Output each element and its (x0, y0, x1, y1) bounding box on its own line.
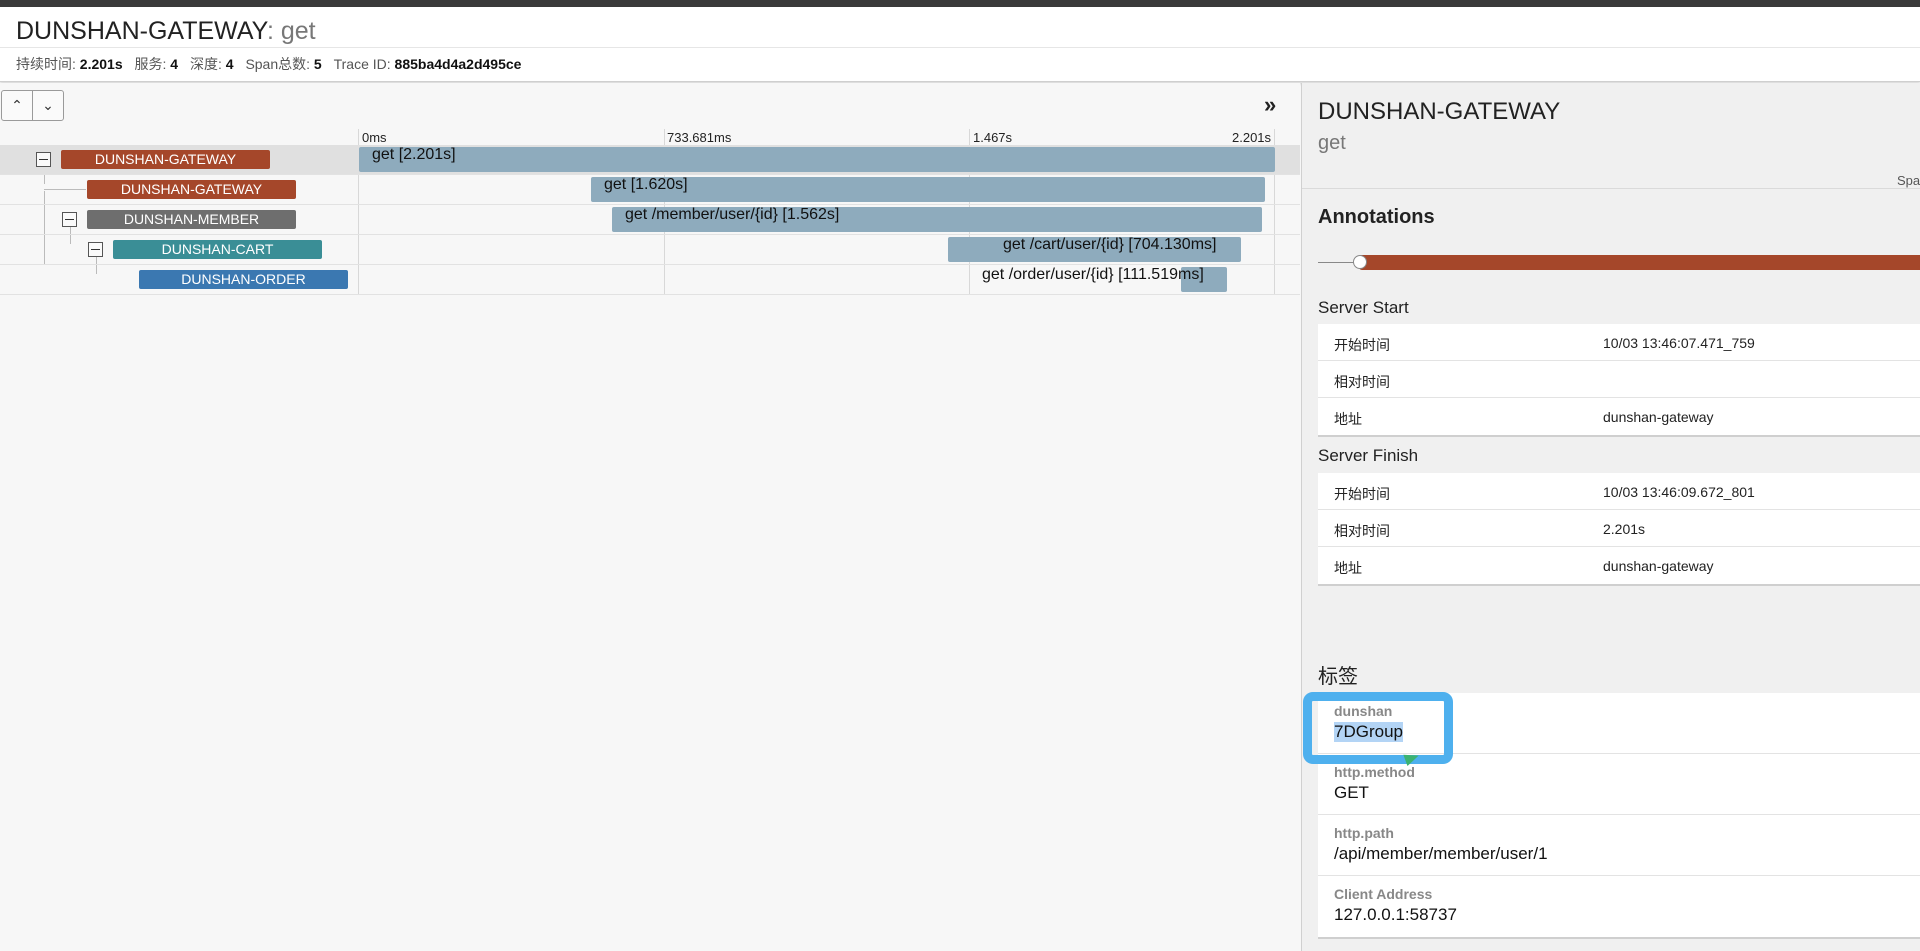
span-row[interactable]: DUNSHAN-GATEWAY get [2.201s] (0, 145, 1300, 175)
span-row[interactable]: DUNSHAN-MEMBER get /member/user/{id} [1.… (0, 205, 1300, 235)
span-bar-label: get /cart/user/{id} [704.130ms] (1003, 236, 1217, 253)
annotation-key: 开始时间 (1334, 486, 1390, 502)
duration-value: 2.201s (79, 56, 123, 72)
annotation-value: 10/03 13:46:09.672_801 (1603, 484, 1755, 500)
chevron-up-icon: ⌃ (11, 97, 23, 113)
services-value: 4 (170, 56, 179, 72)
annotation-value: 10/03 13:46:07.471_759 (1603, 335, 1755, 351)
collapse-toggle-icon[interactable] (88, 242, 103, 257)
collapse-toggle-icon[interactable] (36, 152, 51, 167)
span-service-label: DUNSHAN-GATEWAY (87, 180, 296, 199)
expand-details-button[interactable]: » (1264, 92, 1276, 118)
span-service-label: DUNSHAN-CART (113, 240, 322, 259)
trace-timeline-panel: ⌃ ⌄ » 0ms 733.681ms 1.467s 2.201s DUNSHA… (0, 83, 1300, 951)
detail-service-title: DUNSHAN-GATEWAY (1318, 98, 1561, 125)
depth-value: 4 (225, 56, 234, 72)
span-service-label: DUNSHAN-MEMBER (87, 210, 296, 229)
double-chevron-right-icon: » (1264, 92, 1277, 117)
annotation-key: 相对时间 (1334, 523, 1390, 539)
tags-heading: 标签 (1318, 666, 1358, 688)
spans-value: 5 (313, 56, 322, 72)
window-top-strip (0, 0, 1920, 7)
next-span-button[interactable]: ⌄ (32, 90, 64, 121)
annotation-value: dunshan-gateway (1603, 409, 1714, 425)
span-service-label: DUNSHAN-ORDER (139, 270, 348, 289)
traceid-value: 885ba4d4a2d495ce (394, 56, 522, 72)
annotations-heading: Annotations (1318, 206, 1435, 228)
timeline-tick-label: 733.681ms (667, 130, 732, 145)
tag-row: Client Address 127.0.0.1:58737 (1318, 876, 1920, 937)
annotation-key: 开始时间 (1334, 337, 1390, 353)
annotation-key: 相对时间 (1334, 374, 1390, 390)
annotation-row: 地址 dunshan-gateway (1318, 547, 1920, 584)
annotation-row: 相对时间 2.201s (1318, 510, 1920, 547)
server-finish-table: 开始时间 10/03 13:46:09.672_801 相对时间 2.201s 地址… (1318, 473, 1920, 586)
annotation-row: 地址 dunshan-gateway (1318, 398, 1920, 435)
trace-operation: : get (266, 17, 316, 45)
services-label: 服务: (134, 56, 167, 72)
tag-key: http.method (1334, 764, 1415, 780)
previous-span-button[interactable]: ⌃ (1, 90, 33, 121)
tag-value[interactable]: /api/member/member/user/1 (1334, 844, 1548, 864)
collapse-toggle-icon[interactable] (62, 212, 77, 227)
span-row[interactable]: DUNSHAN-ORDER get /order/user/{id} [111.… (0, 265, 1300, 295)
tag-key: http.path (1334, 825, 1394, 841)
trace-stats: 持续时间: 2.201s 服务: 4 深度: 4 Span总数: 5 Trace… (16, 54, 529, 74)
trace-service: DUNSHAN-GATEWAY (16, 17, 267, 45)
traceid-label: Trace ID: (333, 56, 391, 72)
server-finish-title: Server Finish (1318, 446, 1419, 465)
annotation-value: 2.201s (1603, 521, 1646, 537)
tag-key: Client Address (1334, 886, 1433, 902)
annotation-key: 地址 (1334, 560, 1362, 576)
duration-label: 持续时间: (16, 56, 76, 72)
span-bar[interactable] (591, 177, 1265, 202)
span-bar-label: get [1.620s] (604, 176, 688, 193)
trace-header: DUNSHAN-GATEWAY: get 持续时间: 2.201s 服务: 4 … (0, 7, 1920, 82)
annotation-row: 开始时间 10/03 13:46:07.471_759 (1318, 324, 1920, 361)
span-row[interactable]: DUNSHAN-CART get /cart/user/{id} [704.13… (0, 235, 1300, 265)
annotation-row: 相对时间 (1318, 361, 1920, 398)
span-row[interactable]: DUNSHAN-GATEWAY get [1.620s] (0, 175, 1300, 205)
page-title: DUNSHAN-GATEWAY: get (16, 17, 316, 46)
tag-value[interactable]: GET (1334, 783, 1369, 803)
tag-row: http.path/api/member/member/user/1 (1318, 815, 1920, 876)
depth-label: 深度: (189, 56, 222, 72)
timeline-tick-label: 0ms (362, 130, 387, 145)
tag-value[interactable]: 127.0.0.1:58737 (1334, 905, 1457, 925)
detail-truncated-label: Spa (1897, 173, 1920, 188)
timeline-tick-label: 2.201s (1232, 130, 1272, 145)
spans-label: Span总数: (245, 56, 311, 72)
server-start-title: Server Start (1318, 298, 1409, 317)
span-bar[interactable] (359, 147, 1275, 172)
server-start-table: 开始时间 10/03 13:46:07.471_759 相对时间 地址 dunsha… (1318, 324, 1920, 437)
annotation-timeline-marker[interactable] (1353, 255, 1367, 269)
span-bar-label: get [2.201s] (372, 146, 456, 163)
annotation-value: dunshan-gateway (1603, 558, 1714, 574)
detail-divider (1302, 188, 1920, 189)
timeline-tick-label: 1.467s (973, 130, 1013, 145)
annotation-row: 开始时间 10/03 13:46:09.672_801 (1318, 473, 1920, 510)
span-detail-panel: DUNSHAN-GATEWAY get Spa Annotations Serv… (1301, 83, 1920, 951)
annotation-key: 地址 (1334, 411, 1362, 427)
chevron-down-icon: ⌄ (42, 97, 54, 113)
detail-operation: get (1318, 132, 1346, 154)
span-bar-label: get /order/user/{id} [111.519ms] (982, 266, 1204, 283)
highlight-callout (1303, 692, 1453, 764)
span-service-label: DUNSHAN-GATEWAY (61, 150, 270, 169)
span-bar-label: get /member/user/{id} [1.562s] (625, 206, 840, 223)
header-divider (0, 47, 1920, 48)
annotation-timeline-bar (1359, 255, 1920, 270)
